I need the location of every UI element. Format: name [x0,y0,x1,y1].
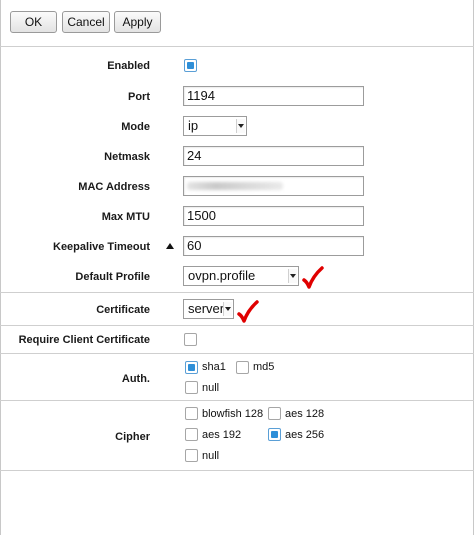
section-divider [0,470,474,471]
section-divider [0,325,474,326]
auth-label: Auth. [121,373,150,385]
red-checkmark-icon [237,300,259,323]
cipher-option-null-checkbox[interactable] [185,449,198,462]
certificate-select[interactable]: server [183,299,234,319]
section-divider [0,400,474,401]
mac-address-label: MAC Address [78,181,150,193]
cipher-option-blowfish-128-label: blowfish 128 [202,408,264,420]
mode-select-value: ip [188,118,199,133]
dropdown-arrow-icon [288,269,297,283]
red-checkmark-icon [302,266,324,289]
enabled-checkbox[interactable] [184,59,197,72]
auth-option-sha1-checkbox[interactable] [185,361,198,374]
keepalive-timeout-input[interactable]: 60 [183,236,364,256]
require-client-certificate-checkbox[interactable] [184,333,197,346]
section-divider [0,353,474,354]
toolbar-divider [0,46,474,47]
netmask-input[interactable]: 24 [183,146,364,166]
cipher-option-blowfish-128-checkbox[interactable] [185,407,198,420]
auth-option-md5-checkbox[interactable] [236,361,249,374]
max-mtu-label: Max MTU [101,211,150,223]
netmask-label: Netmask [104,151,150,163]
enabled-label: Enabled [107,60,150,72]
dropdown-arrow-icon [236,119,245,133]
apply-button[interactable]: Apply [114,11,161,33]
certificate-label: Certificate [96,304,150,316]
cipher-option-aes-128-checkbox[interactable] [268,407,281,420]
cipher-option-aes-256-checkbox[interactable] [268,428,281,441]
auth-option-sha1-label: sha1 [202,361,226,373]
cancel-button[interactable]: Cancel [62,11,110,33]
keepalive-timeout-label: Keepalive Timeout [53,241,150,253]
auth-option-null-label: null [202,382,220,394]
require-client-certificate-label: Require Client Certificate [18,334,150,346]
port-label: Port [128,91,150,103]
cipher-option-aes-192-checkbox[interactable] [185,428,198,441]
mac-address-input[interactable] [183,176,364,196]
default-profile-select-value: ovpn.profile [188,268,256,283]
max-mtu-input[interactable]: 1500 [183,206,364,226]
cipher-option-null-label: null [202,450,220,462]
dropdown-arrow-icon [223,302,232,316]
port-input[interactable]: 1194 [183,86,364,106]
section-divider [0,292,474,293]
collapse-up-icon[interactable] [166,243,174,249]
ok-button[interactable]: OK [10,11,57,33]
auth-option-md5-label: md5 [253,361,275,373]
cipher-label: Cipher [115,431,150,443]
toolbar: OK Cancel Apply [0,0,474,46]
mode-select[interactable]: ip [183,116,247,136]
cipher-option-aes-256-label: aes 256 [285,429,325,441]
cipher-option-aes-128-label: aes 128 [285,408,325,420]
default-profile-label: Default Profile [75,271,150,283]
auth-option-null-checkbox[interactable] [185,381,198,394]
certificate-select-value: server [188,301,225,316]
default-profile-select[interactable]: ovpn.profile [183,266,299,286]
cipher-option-aes-192-label: aes 192 [202,429,242,441]
redacted-value [187,182,283,190]
mode-label: Mode [121,121,150,133]
